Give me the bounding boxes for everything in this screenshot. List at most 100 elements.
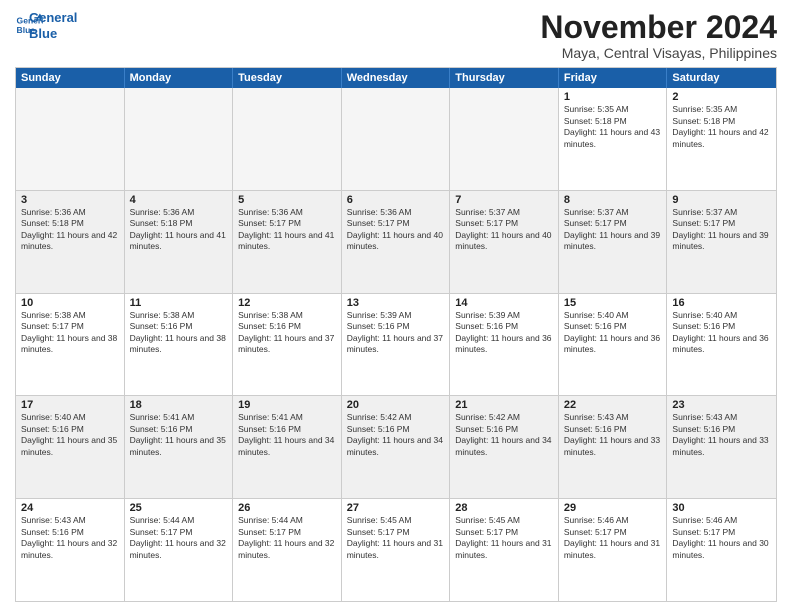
- day-number: 9: [672, 194, 771, 206]
- cell-info: Sunrise: 5:36 AMSunset: 5:17 PMDaylight:…: [347, 207, 445, 253]
- day-number: 7: [455, 194, 553, 206]
- cell-info: Sunrise: 5:37 AMSunset: 5:17 PMDaylight:…: [672, 207, 771, 253]
- cell-info: Sunrise: 5:43 AMSunset: 5:16 PMDaylight:…: [564, 412, 662, 458]
- header: General Blue General Blue November 2024 …: [15, 10, 777, 61]
- day-number: 26: [238, 502, 336, 514]
- cell-info: Sunrise: 5:45 AMSunset: 5:17 PMDaylight:…: [347, 515, 445, 561]
- calendar-cell: 28Sunrise: 5:45 AMSunset: 5:17 PMDayligh…: [450, 499, 559, 601]
- calendar-cell: 10Sunrise: 5:38 AMSunset: 5:17 PMDayligh…: [16, 294, 125, 396]
- cell-info: Sunrise: 5:44 AMSunset: 5:17 PMDaylight:…: [130, 515, 228, 561]
- day-number: 8: [564, 194, 662, 206]
- calendar-cell: 9Sunrise: 5:37 AMSunset: 5:17 PMDaylight…: [667, 191, 776, 293]
- calendar-header: SundayMondayTuesdayWednesdayThursdayFrid…: [16, 68, 776, 88]
- calendar-row-1: 1Sunrise: 5:35 AMSunset: 5:18 PMDaylight…: [16, 88, 776, 191]
- cell-info: Sunrise: 5:42 AMSunset: 5:16 PMDaylight:…: [455, 412, 553, 458]
- cell-info: Sunrise: 5:41 AMSunset: 5:16 PMDaylight:…: [130, 412, 228, 458]
- logo-line2: Blue: [29, 26, 77, 42]
- header-cell-thursday: Thursday: [450, 68, 559, 88]
- day-number: 30: [672, 502, 771, 514]
- calendar-cell: [342, 88, 451, 190]
- day-number: 5: [238, 194, 336, 206]
- cell-info: Sunrise: 5:43 AMSunset: 5:16 PMDaylight:…: [672, 412, 771, 458]
- calendar-cell: 18Sunrise: 5:41 AMSunset: 5:16 PMDayligh…: [125, 396, 234, 498]
- day-number: 22: [564, 399, 662, 411]
- header-cell-sunday: Sunday: [16, 68, 125, 88]
- cell-info: Sunrise: 5:46 AMSunset: 5:17 PMDaylight:…: [672, 515, 771, 561]
- day-number: 29: [564, 502, 662, 514]
- day-number: 25: [130, 502, 228, 514]
- calendar-cell: 2Sunrise: 5:35 AMSunset: 5:18 PMDaylight…: [667, 88, 776, 190]
- calendar-cell: 15Sunrise: 5:40 AMSunset: 5:16 PMDayligh…: [559, 294, 668, 396]
- day-number: 14: [455, 297, 553, 309]
- day-number: 19: [238, 399, 336, 411]
- day-number: 21: [455, 399, 553, 411]
- calendar-cell: 25Sunrise: 5:44 AMSunset: 5:17 PMDayligh…: [125, 499, 234, 601]
- calendar-row-5: 24Sunrise: 5:43 AMSunset: 5:16 PMDayligh…: [16, 499, 776, 601]
- cell-info: Sunrise: 5:42 AMSunset: 5:16 PMDaylight:…: [347, 412, 445, 458]
- cell-info: Sunrise: 5:39 AMSunset: 5:16 PMDaylight:…: [347, 310, 445, 356]
- cell-info: Sunrise: 5:37 AMSunset: 5:17 PMDaylight:…: [564, 207, 662, 253]
- cell-info: Sunrise: 5:43 AMSunset: 5:16 PMDaylight:…: [21, 515, 119, 561]
- calendar-cell: 26Sunrise: 5:44 AMSunset: 5:17 PMDayligh…: [233, 499, 342, 601]
- day-number: 3: [21, 194, 119, 206]
- cell-info: Sunrise: 5:36 AMSunset: 5:18 PMDaylight:…: [130, 207, 228, 253]
- calendar-cell: 4Sunrise: 5:36 AMSunset: 5:18 PMDaylight…: [125, 191, 234, 293]
- logo: General Blue General Blue: [15, 10, 77, 41]
- calendar-cell: 8Sunrise: 5:37 AMSunset: 5:17 PMDaylight…: [559, 191, 668, 293]
- cell-info: Sunrise: 5:41 AMSunset: 5:16 PMDaylight:…: [238, 412, 336, 458]
- day-number: 17: [21, 399, 119, 411]
- calendar-cell: 7Sunrise: 5:37 AMSunset: 5:17 PMDaylight…: [450, 191, 559, 293]
- day-number: 24: [21, 502, 119, 514]
- day-number: 10: [21, 297, 119, 309]
- calendar-cell: 17Sunrise: 5:40 AMSunset: 5:16 PMDayligh…: [16, 396, 125, 498]
- day-number: 18: [130, 399, 228, 411]
- cell-info: Sunrise: 5:40 AMSunset: 5:16 PMDaylight:…: [564, 310, 662, 356]
- cell-info: Sunrise: 5:46 AMSunset: 5:17 PMDaylight:…: [564, 515, 662, 561]
- calendar-cell: 16Sunrise: 5:40 AMSunset: 5:16 PMDayligh…: [667, 294, 776, 396]
- header-cell-tuesday: Tuesday: [233, 68, 342, 88]
- calendar-cell: 27Sunrise: 5:45 AMSunset: 5:17 PMDayligh…: [342, 499, 451, 601]
- header-cell-wednesday: Wednesday: [342, 68, 451, 88]
- calendar-cell: 30Sunrise: 5:46 AMSunset: 5:17 PMDayligh…: [667, 499, 776, 601]
- day-number: 6: [347, 194, 445, 206]
- calendar-row-3: 10Sunrise: 5:38 AMSunset: 5:17 PMDayligh…: [16, 294, 776, 397]
- location: Maya, Central Visayas, Philippines: [540, 45, 777, 61]
- cell-info: Sunrise: 5:38 AMSunset: 5:16 PMDaylight:…: [238, 310, 336, 356]
- month-title: November 2024: [540, 10, 777, 45]
- cell-info: Sunrise: 5:36 AMSunset: 5:17 PMDaylight:…: [238, 207, 336, 253]
- calendar-body: 1Sunrise: 5:35 AMSunset: 5:18 PMDaylight…: [16, 88, 776, 601]
- day-number: 2: [672, 91, 771, 103]
- calendar-cell: [233, 88, 342, 190]
- calendar-row-4: 17Sunrise: 5:40 AMSunset: 5:16 PMDayligh…: [16, 396, 776, 499]
- day-number: 15: [564, 297, 662, 309]
- cell-info: Sunrise: 5:38 AMSunset: 5:17 PMDaylight:…: [21, 310, 119, 356]
- calendar-cell: [125, 88, 234, 190]
- calendar-row-2: 3Sunrise: 5:36 AMSunset: 5:18 PMDaylight…: [16, 191, 776, 294]
- calendar-cell: 29Sunrise: 5:46 AMSunset: 5:17 PMDayligh…: [559, 499, 668, 601]
- calendar-cell: 5Sunrise: 5:36 AMSunset: 5:17 PMDaylight…: [233, 191, 342, 293]
- day-number: 27: [347, 502, 445, 514]
- calendar-cell: 3Sunrise: 5:36 AMSunset: 5:18 PMDaylight…: [16, 191, 125, 293]
- page: General Blue General Blue November 2024 …: [0, 0, 792, 612]
- calendar-cell: 24Sunrise: 5:43 AMSunset: 5:16 PMDayligh…: [16, 499, 125, 601]
- calendar-cell: 20Sunrise: 5:42 AMSunset: 5:16 PMDayligh…: [342, 396, 451, 498]
- cell-info: Sunrise: 5:45 AMSunset: 5:17 PMDaylight:…: [455, 515, 553, 561]
- calendar-cell: 1Sunrise: 5:35 AMSunset: 5:18 PMDaylight…: [559, 88, 668, 190]
- calendar: SundayMondayTuesdayWednesdayThursdayFrid…: [15, 67, 777, 602]
- day-number: 20: [347, 399, 445, 411]
- header-cell-saturday: Saturday: [667, 68, 776, 88]
- calendar-cell: 23Sunrise: 5:43 AMSunset: 5:16 PMDayligh…: [667, 396, 776, 498]
- day-number: 4: [130, 194, 228, 206]
- calendar-cell: 11Sunrise: 5:38 AMSunset: 5:16 PMDayligh…: [125, 294, 234, 396]
- calendar-cell: 12Sunrise: 5:38 AMSunset: 5:16 PMDayligh…: [233, 294, 342, 396]
- cell-info: Sunrise: 5:44 AMSunset: 5:17 PMDaylight:…: [238, 515, 336, 561]
- calendar-cell: 21Sunrise: 5:42 AMSunset: 5:16 PMDayligh…: [450, 396, 559, 498]
- day-number: 23: [672, 399, 771, 411]
- cell-info: Sunrise: 5:36 AMSunset: 5:18 PMDaylight:…: [21, 207, 119, 253]
- cell-info: Sunrise: 5:35 AMSunset: 5:18 PMDaylight:…: [672, 104, 771, 150]
- header-cell-monday: Monday: [125, 68, 234, 88]
- calendar-cell: 19Sunrise: 5:41 AMSunset: 5:16 PMDayligh…: [233, 396, 342, 498]
- day-number: 16: [672, 297, 771, 309]
- cell-info: Sunrise: 5:40 AMSunset: 5:16 PMDaylight:…: [672, 310, 771, 356]
- cell-info: Sunrise: 5:40 AMSunset: 5:16 PMDaylight:…: [21, 412, 119, 458]
